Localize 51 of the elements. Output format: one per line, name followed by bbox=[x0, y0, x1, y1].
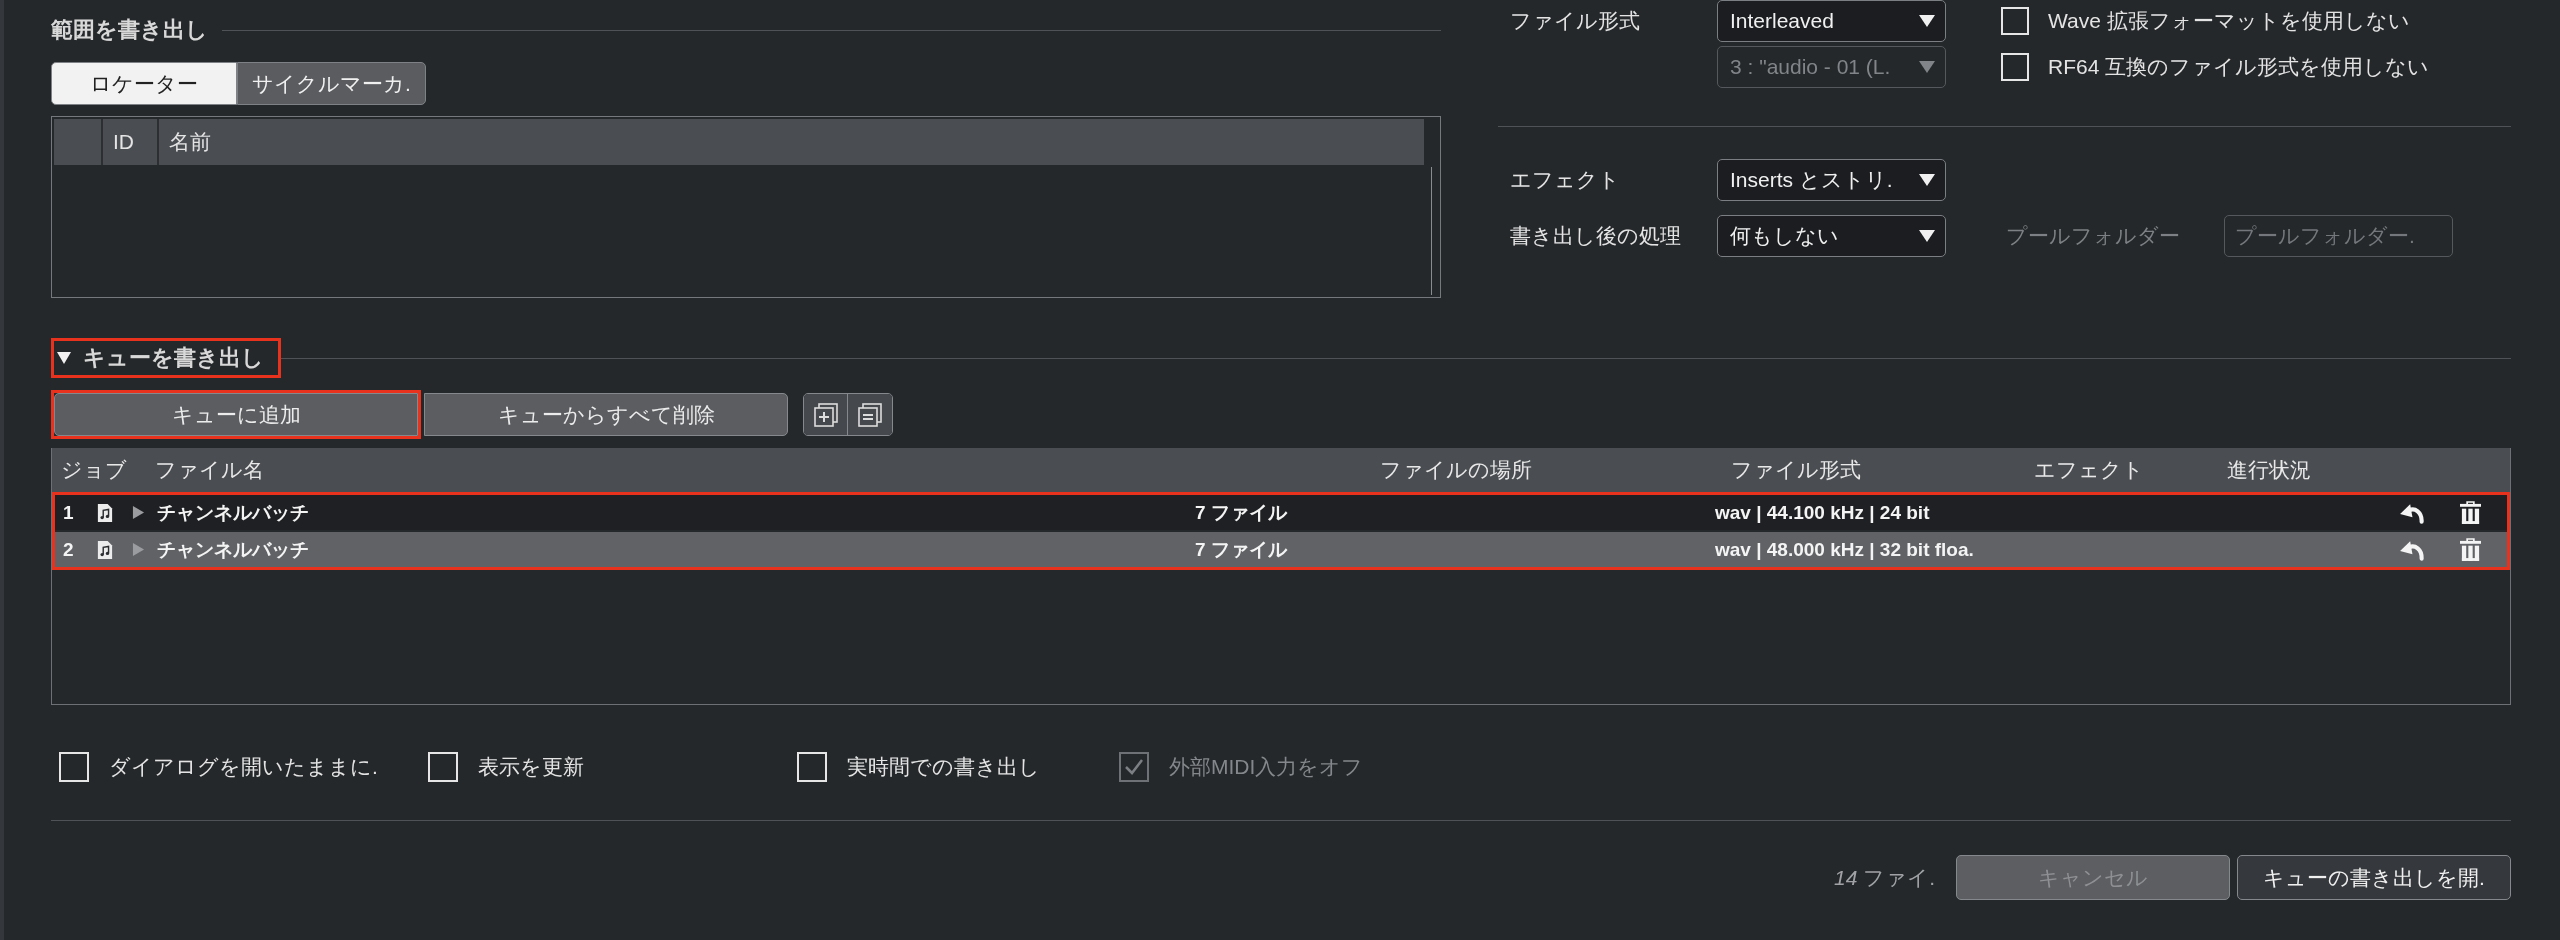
file-count: 7 ファイル bbox=[1195, 537, 1287, 562]
section-title: キューを書き出し bbox=[83, 344, 264, 372]
job-number: 1 bbox=[63, 501, 74, 524]
trash-icon[interactable] bbox=[2460, 501, 2481, 524]
queue-button[interactable]: キューに追加 bbox=[54, 393, 418, 436]
plus-square-icon bbox=[813, 402, 838, 427]
field-label: 書き出し後の処理 bbox=[1510, 224, 1681, 247]
checkbox-label: 実時間での書き出し bbox=[847, 753, 1040, 780]
column-header[interactable]: ファイルの場所 bbox=[1380, 456, 1532, 484]
checkbox-label: 外部MIDI入力をオフ bbox=[1169, 753, 1364, 780]
music-file-icon bbox=[97, 539, 113, 560]
minus-square-icon bbox=[858, 402, 882, 427]
column-header[interactable]: 進行状況 bbox=[2227, 456, 2311, 484]
column-header[interactable]: ファイル名 bbox=[155, 456, 264, 484]
checkbox-label: 表示を更新 bbox=[478, 753, 584, 780]
file-name: チャンネルバッチ bbox=[157, 500, 309, 525]
file-count: 7 ファイル bbox=[1195, 500, 1287, 525]
column-header[interactable]: エフェクト bbox=[2034, 456, 2144, 484]
column-header[interactable]: ジョブ bbox=[61, 456, 127, 484]
column-header[interactable]: ID bbox=[113, 130, 134, 154]
plus-button[interactable] bbox=[804, 394, 848, 435]
file-format: wav | 44.100 kHz | 24 bit bbox=[1715, 501, 1930, 524]
dropdown[interactable]: Inserts とストリ. bbox=[1717, 159, 1946, 201]
queue-row[interactable]: 1 チャンネルバッチ 7 ファイル wav | 44.100 kHz | 24 bit bbox=[55, 495, 2507, 530]
dropdown-arrow-icon bbox=[1919, 230, 1935, 242]
tab[interactable]: ロケーター bbox=[51, 62, 237, 105]
checkbox-label: Wave 拡張フォーマットを使用しない bbox=[2048, 8, 2410, 34]
checkbox-label: ダイアログを開いたままに. bbox=[109, 753, 378, 780]
disclosure-triangle-icon[interactable] bbox=[57, 351, 71, 365]
tab[interactable]: サイクルマーカ. bbox=[237, 62, 426, 105]
dropdown-arrow-icon bbox=[1919, 174, 1935, 186]
dropdown-arrow-icon bbox=[1919, 61, 1935, 73]
field-label: ファイル形式 bbox=[1510, 9, 1640, 32]
checkbox-label: RF64 互換のファイル形式を使用しない bbox=[2048, 54, 2430, 80]
minus-button[interactable] bbox=[848, 394, 892, 435]
queue-button[interactable]: キューからすべて削除 bbox=[424, 393, 788, 436]
file-format: wav | 48.000 kHz | 32 bit floa. bbox=[1715, 538, 1974, 561]
disclosure-triangle-icon[interactable] bbox=[132, 506, 145, 519]
dropdown-arrow-icon bbox=[1919, 15, 1935, 27]
file-name: チャンネルバッチ bbox=[157, 537, 309, 562]
column-header[interactable]: 名前 bbox=[169, 128, 211, 156]
file-count-text: 14 ファイ. bbox=[1833, 864, 1935, 891]
dropdown[interactable]: 何もしない bbox=[1717, 215, 1946, 257]
job-number: 2 bbox=[63, 538, 74, 561]
section-title: 範囲を書き出し bbox=[51, 16, 208, 44]
column-header[interactable]: ファイル形式 bbox=[1731, 456, 1861, 484]
dialog-button[interactable]: キューの書き出しを開. bbox=[2237, 855, 2511, 900]
music-file-icon bbox=[97, 502, 113, 523]
field-label: プールフォルダー bbox=[2006, 224, 2180, 247]
dropdown[interactable]: Interleaved bbox=[1717, 0, 1946, 42]
field-label: エフェクト bbox=[1510, 168, 1620, 191]
